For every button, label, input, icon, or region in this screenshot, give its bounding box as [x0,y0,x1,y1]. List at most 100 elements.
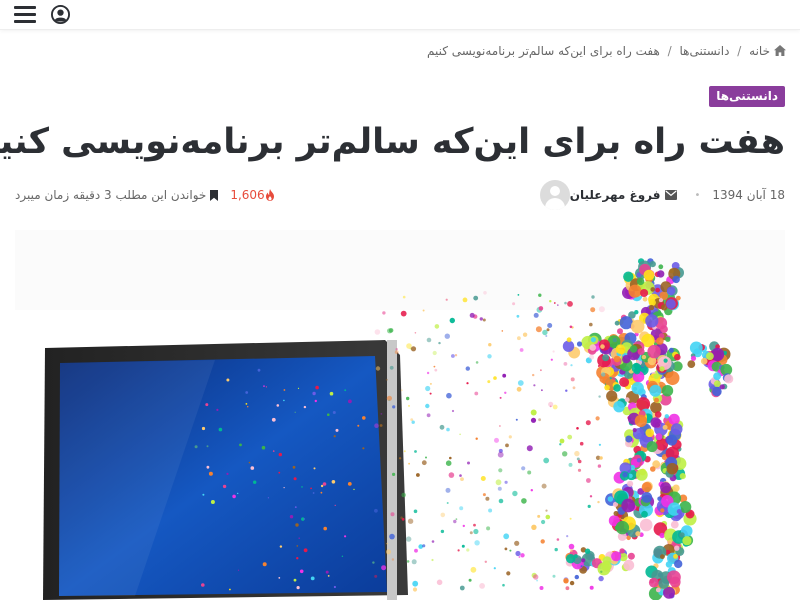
screen-sparkle [327,575,330,577]
particle-dot [391,558,395,561]
particle-dot [585,420,591,426]
particle-dot [497,451,504,458]
envelope-icon[interactable] [665,190,678,200]
runner-dot [659,366,665,372]
particle-dot [406,560,410,563]
screen-sparkle [237,569,240,571]
runner-dot [630,319,645,334]
particle-dot [570,377,575,382]
runner-dot [668,413,680,425]
particle-dot [375,366,381,371]
particle-dot [570,364,573,367]
particle-dot [421,460,427,466]
particle-dot [429,392,432,395]
hamburger-menu-icon[interactable] [14,5,36,23]
runner-dot [633,362,640,369]
particle-dot [406,343,412,349]
runner-dot [662,424,668,430]
runner-dot [655,422,661,428]
runner-dot [690,355,697,361]
particle-dot [425,385,431,392]
particle-dot [410,418,414,421]
particle-dot [516,314,520,318]
runner-dot [632,428,637,433]
particle-dot [473,295,479,301]
particle-dot [565,389,568,392]
particle-dot [392,405,396,409]
runner-dot [706,352,714,361]
particle-dot [526,445,533,452]
runner-dot [627,480,634,487]
screen-sparkle [295,523,299,527]
runner-dot [641,510,648,518]
particle-dot [487,354,492,359]
particle-dot [564,301,567,305]
particle-dot [382,311,386,315]
particle-dot [545,335,548,337]
particle-dot [486,526,491,531]
particle-dot [498,468,503,473]
particle-dot [487,380,491,384]
breadcrumb-separator: / [737,44,742,58]
runner-dot [606,390,618,402]
screen-sparkle [272,450,275,452]
particle-dot [517,336,521,341]
runner-dot [672,275,680,284]
runner-dot [689,341,703,355]
particle-dot [440,529,445,534]
featured-image [15,230,785,600]
particle-dot [414,548,418,553]
particle-dot [598,395,601,398]
particle-dot [482,318,486,322]
author-name[interactable]: فروغ مهرعلیان [570,188,661,202]
particle-dot [469,531,473,535]
runner-dot [636,458,642,463]
screen-sparkle [335,428,339,432]
particle-dot [569,325,573,329]
particle-dot [598,306,605,313]
particle-dot [565,586,570,591]
particle-dot [446,392,452,399]
screen-sparkle [312,492,315,494]
screen-sparkle [201,426,206,431]
particle-dot [484,560,487,563]
screen-sparkle [320,484,324,488]
particle-dot [533,574,539,580]
particle-dot [414,332,417,334]
user-circle-icon[interactable] [51,5,70,24]
runner-dot [649,261,656,268]
particle-dot [590,307,596,313]
screen-sparkle [372,561,375,564]
author-avatar[interactable] [539,180,570,210]
particle-dot [553,302,556,304]
screen-sparkle [341,555,344,557]
particle-dot [425,403,430,409]
runner-dot [641,354,647,360]
breadcrumb-separator: / [667,44,672,58]
runner-dot [653,373,659,379]
runner-dot [724,374,734,384]
runner-dot [623,559,635,571]
screen-sparkle [194,445,198,449]
particle-dot [540,369,542,372]
screen-sparkle [299,569,304,574]
screen-sparkle [310,576,315,581]
screen-sparkle [347,482,352,486]
breadcrumb-home-link[interactable]: خانه [745,44,786,58]
runner-dot [590,337,597,343]
breadcrumb-category-link[interactable]: دانستنی‌ها [679,44,729,58]
category-badge[interactable]: دانستنی‌ها [709,86,785,107]
runner-dot [666,463,678,475]
particle-dot [552,350,555,353]
particle-dot [559,438,565,444]
screen-sparkle [327,413,330,416]
particle-dot [562,451,568,457]
particle-dot [473,523,476,527]
particle-dot [436,579,443,586]
particle-dot [416,473,420,477]
particle-dot [538,418,541,422]
particle-dot [547,323,553,328]
runner-dot [613,355,621,363]
particle-dot [445,487,451,493]
breadcrumb-current-page: هفت راه برای این‌که سالم‌تر برنامه‌نویسی… [426,44,660,58]
